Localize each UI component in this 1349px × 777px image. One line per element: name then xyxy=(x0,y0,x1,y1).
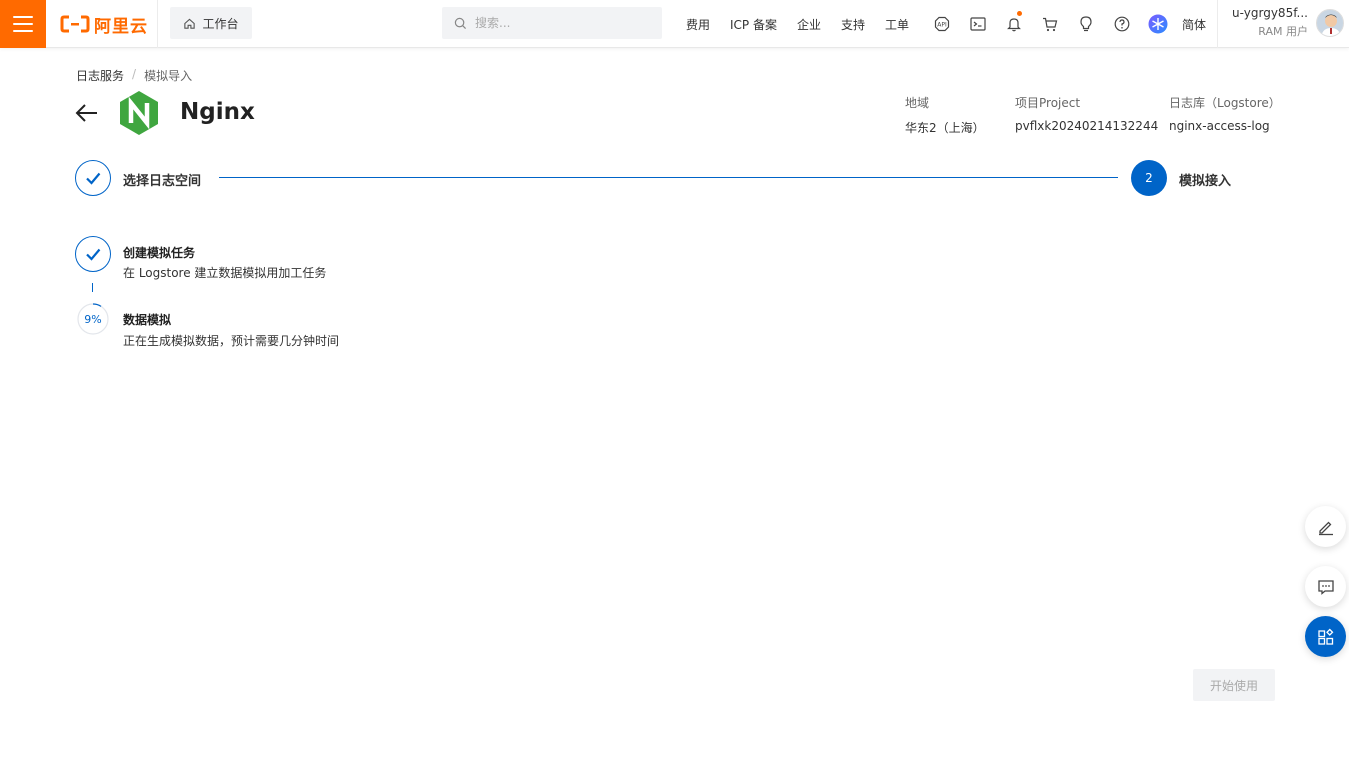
meta-logstore-label: 日志库（Logstore） xyxy=(1169,96,1281,110)
step-2-active: 2 xyxy=(1131,160,1167,196)
terminal-icon[interactable] xyxy=(960,0,996,48)
search-input[interactable] xyxy=(475,16,645,30)
user-name: u-ygrgy85f... xyxy=(1232,6,1308,20)
meta-project-label: 项目Project xyxy=(1015,96,1081,110)
back-arrow-icon[interactable] xyxy=(74,100,100,126)
task-2-progress-text: 9% xyxy=(84,312,102,326)
check-icon xyxy=(86,248,101,261)
task-connector-line xyxy=(92,283,93,292)
breadcrumb: 日志服务 / 模拟导入 xyxy=(76,67,192,84)
float-edit-button[interactable] xyxy=(1305,506,1346,547)
meta-region-label: 地域 xyxy=(905,96,930,110)
language-switch[interactable]: 简体 xyxy=(1182,0,1206,48)
step-1-done xyxy=(75,160,111,196)
search-box[interactable] xyxy=(442,7,662,39)
page-title: Nginx xyxy=(180,99,255,125)
aliyun-logo-icon xyxy=(60,15,90,33)
ai-assistant-icon[interactable] xyxy=(1140,0,1176,48)
lightbulb-icon[interactable] xyxy=(1068,0,1104,48)
home-icon xyxy=(184,18,196,29)
breadcrumb-separator: / xyxy=(132,67,137,81)
avatar[interactable] xyxy=(1316,9,1344,37)
step-2-label: 模拟接入 xyxy=(1179,174,1232,189)
task-2-title: 数据模拟 xyxy=(123,313,172,327)
logo-text: 阿里云 xyxy=(94,16,148,37)
start-using-button[interactable]: 开始使用 xyxy=(1193,669,1275,701)
nav-link-billing[interactable]: 费用 xyxy=(676,16,720,33)
meta-project: 项目Project pvflxk20240214132244 xyxy=(1015,94,1158,133)
top-navigation-bar: 阿里云 工作台 费用 ICP 备案 企业 支持 工单 API xyxy=(0,0,1349,48)
meta-logstore: 日志库（Logstore） nginx-access-log xyxy=(1169,94,1281,133)
divider xyxy=(157,0,158,48)
nav-link-enterprise[interactable]: 企业 xyxy=(787,16,831,33)
user-role: RAM 用户 xyxy=(1258,25,1308,38)
help-icon[interactable] xyxy=(1104,0,1140,48)
workbench-label: 工作台 xyxy=(202,16,239,31)
feedback-icon xyxy=(1317,579,1334,595)
task-2-description: 正在生成模拟数据，预计需要几分钟时间 xyxy=(123,334,340,348)
check-icon xyxy=(86,172,101,185)
nav-link-tickets[interactable]: 工单 xyxy=(875,16,919,33)
svg-text:API: API xyxy=(937,22,947,29)
meta-project-value: pvflxk20240214132244 xyxy=(1015,119,1159,133)
notification-dot xyxy=(1017,11,1022,16)
meta-region: 地域 华东2（上海） xyxy=(905,94,985,136)
task-1-title: 创建模拟任务 xyxy=(123,246,196,260)
nav-link-icp[interactable]: ICP 备案 xyxy=(720,16,787,33)
divider xyxy=(1217,0,1218,48)
top-nav-icons: API xyxy=(924,0,1176,48)
task-1-description: 在 Logstore 建立数据模拟用加工任务 xyxy=(123,266,327,280)
step-1-label: 选择日志空间 xyxy=(123,174,202,189)
cart-icon[interactable] xyxy=(1032,0,1068,48)
workbench-button[interactable]: 工作台 xyxy=(170,7,252,39)
meta-logstore-value: nginx-access-log xyxy=(1169,119,1270,133)
top-nav-links: 费用 ICP 备案 企业 支持 工单 xyxy=(676,0,919,48)
task-1-done xyxy=(75,236,111,272)
breadcrumb-current: 模拟导入 xyxy=(144,69,193,83)
nav-link-support[interactable]: 支持 xyxy=(831,16,875,33)
aliyun-logo[interactable]: 阿里云 xyxy=(60,11,148,37)
step-connector-line xyxy=(219,177,1118,178)
nginx-logo-icon xyxy=(118,90,160,136)
search-icon xyxy=(454,17,467,29)
bell-icon[interactable] xyxy=(996,0,1032,48)
breadcrumb-root[interactable]: 日志服务 xyxy=(76,67,124,84)
hamburger-menu-button[interactable] xyxy=(0,0,46,48)
api-icon[interactable]: API xyxy=(924,0,960,48)
apps-icon xyxy=(1317,628,1333,645)
meta-region-value: 华东2（上海） xyxy=(905,121,985,135)
edit-icon xyxy=(1318,521,1333,535)
float-feedback-button[interactable] xyxy=(1305,566,1346,607)
user-info[interactable]: u-ygrgy85f... RAM 用户 xyxy=(1228,6,1308,39)
float-apps-button[interactable] xyxy=(1305,616,1346,657)
